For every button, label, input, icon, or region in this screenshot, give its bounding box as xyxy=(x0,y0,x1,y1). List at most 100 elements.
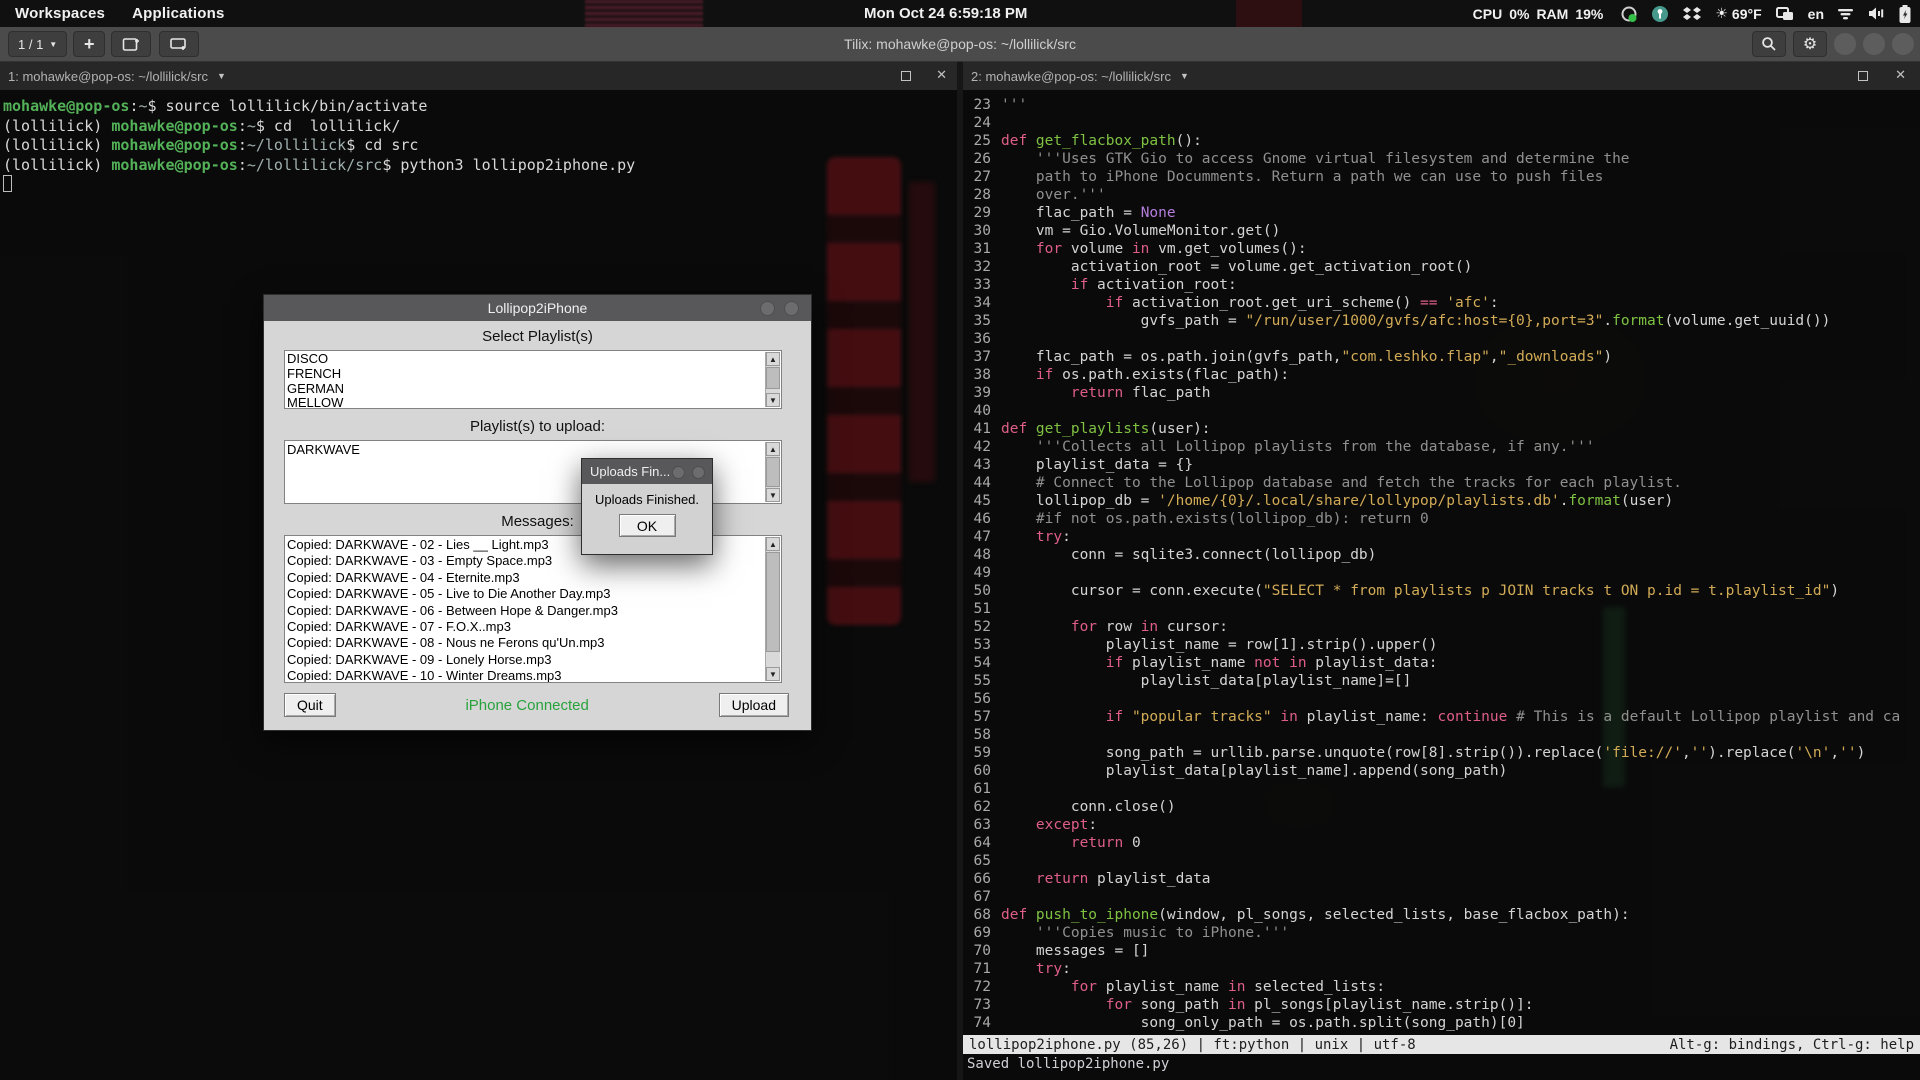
system-indicators[interactable]: CPU 0% RAM 19% ☀ 69°F en xyxy=(1473,0,1912,27)
message-item[interactable]: Copied: DARKWAVE - 05 - Live to Die Anot… xyxy=(287,586,764,602)
scroll-up-icon[interactable]: ▲ xyxy=(766,537,780,551)
message-item[interactable]: Copied: DARKWAVE - 09 - Lonely Horse.mp3 xyxy=(287,652,764,668)
ram-label: RAM xyxy=(1536,6,1568,22)
code-line: 60 playlist_data[playlist_name].append(s… xyxy=(963,762,1920,780)
session-selector[interactable]: 1 / 1 ▼ xyxy=(8,31,67,57)
editor-statusbar: lollipop2iphone.py (85,26) | ft:python |… xyxy=(963,1035,1920,1054)
code-line: 24 xyxy=(963,114,1920,132)
chevron-down-icon[interactable]: ▼ xyxy=(217,71,226,81)
terminal-pane-header[interactable]: 1: mohawke@pop-os: ~/lollilick/src ▼ ✕ xyxy=(0,62,957,90)
weather-indicator[interactable]: ☀ 69°F xyxy=(1715,6,1761,22)
system-monitor-icon[interactable] xyxy=(1620,5,1638,23)
line-number: 37 xyxy=(963,348,991,366)
code-line: 37 flac_path = os.path.join(gvfs_path,"c… xyxy=(963,348,1920,366)
dialog-minimize-button[interactable] xyxy=(760,301,775,316)
upload-button[interactable]: Upload xyxy=(719,693,789,717)
search-button[interactable] xyxy=(1752,31,1786,57)
terminal-output[interactable]: mohawke@pop-os:~$ source lollilick/bin/a… xyxy=(0,90,957,175)
message-item[interactable]: Copied: DARKWAVE - 10 - Winter Dreams.mp… xyxy=(287,668,764,683)
ok-button[interactable]: OK xyxy=(619,514,676,537)
pane-close-icon[interactable]: ✕ xyxy=(936,67,947,83)
keyboard-layout-indicator[interactable]: en xyxy=(1808,6,1824,22)
code-line: 32 activation_root = volume.get_activati… xyxy=(963,258,1920,276)
line-number: 46 xyxy=(963,510,991,528)
popup-minimize-button[interactable] xyxy=(672,466,685,479)
code-line: 40 xyxy=(963,402,1920,420)
close-button[interactable] xyxy=(1892,33,1914,55)
code-line: 25def get_flacbox_path(): xyxy=(963,132,1920,150)
message-item[interactable]: Copied: DARKWAVE - 03 - Empty Space.mp3 xyxy=(287,553,764,569)
new-session-button[interactable]: + xyxy=(73,31,105,57)
battery-icon[interactable] xyxy=(1898,4,1912,24)
message-item[interactable]: Copied: DARKWAVE - 08 - Nous ne Ferons q… xyxy=(287,635,764,651)
playlist-item[interactable]: MELLOW xyxy=(287,396,764,409)
applications-menu[interactable]: Applications xyxy=(132,5,224,22)
message-item[interactable]: Copied: DARKWAVE - 07 - F.O.X..mp3 xyxy=(287,619,764,635)
scroll-down-icon[interactable]: ▼ xyxy=(766,393,780,407)
message-item[interactable]: Copied: DARKWAVE - 04 - Eternite.mp3 xyxy=(287,570,764,586)
playlist-item[interactable]: GERMAN xyxy=(287,382,764,397)
split-right-button[interactable] xyxy=(111,31,151,57)
playlists-items[interactable]: DISCOFRENCHGERMANMELLOW xyxy=(287,352,764,407)
code-line: 73 for song_path in pl_songs[playlist_na… xyxy=(963,996,1920,1014)
line-number: 67 xyxy=(963,888,991,906)
editor-pane[interactable]: 2: mohawke@pop-os: ~/lollilick/src ▼ ✕ 2… xyxy=(963,62,1920,1080)
chevron-down-icon[interactable]: ▼ xyxy=(1180,71,1189,81)
dialog-close-button[interactable] xyxy=(784,301,799,316)
clock[interactable]: Mon Oct 24 6:59:18 PM xyxy=(864,0,1027,27)
minimize-button[interactable] xyxy=(1834,33,1856,55)
editor-pane-header[interactable]: 2: mohawke@pop-os: ~/lollilick/src ▼ ✕ xyxy=(963,62,1920,90)
pane-close-icon[interactable]: ✕ xyxy=(1895,67,1906,83)
gear-icon[interactable]: ⚙ xyxy=(1793,31,1827,57)
code-editor[interactable]: 23'''2425def get_flacbox_path():26 '''Us… xyxy=(963,90,1920,1035)
playlist-item[interactable]: DISCO xyxy=(287,352,764,367)
upload-playlists-label: Playlist(s) to upload: xyxy=(264,418,811,435)
playlist-item[interactable]: FRENCH xyxy=(287,367,764,382)
maximize-button[interactable] xyxy=(1863,33,1885,55)
scrollbar[interactable]: ▲ ▼ xyxy=(765,537,780,681)
code-line: 59 song_path = urllib.parse.unquote(row[… xyxy=(963,744,1920,762)
scrollbar[interactable]: ▲ ▼ xyxy=(765,352,780,407)
gnome-top-bar: Workspaces Applications Mon Oct 24 6:59:… xyxy=(0,0,1920,27)
scroll-down-icon[interactable]: ▼ xyxy=(766,488,780,502)
workspaces-overview-icon[interactable] xyxy=(1775,6,1795,22)
dialog-title: Lollipop2iPhone xyxy=(264,300,811,316)
split-down-button[interactable] xyxy=(159,31,199,57)
messages-items[interactable]: Copied: DARKWAVE - 02 - Lies __ Light.mp… xyxy=(287,537,764,681)
line-number: 33 xyxy=(963,276,991,294)
code-line: 46 #if not os.path.exists(lollipop_db): … xyxy=(963,510,1920,528)
playlists-listbox[interactable]: DISCOFRENCHGERMANMELLOW ▲ ▼ xyxy=(284,350,782,409)
line-number: 73 xyxy=(963,996,991,1014)
scroll-up-icon[interactable]: ▲ xyxy=(766,352,780,366)
message-item[interactable]: Copied: DARKWAVE - 06 - Between Hope & D… xyxy=(287,603,764,619)
pane-maximize-icon[interactable] xyxy=(901,71,911,81)
quit-button[interactable]: Quit xyxy=(284,693,336,717)
scroll-up-icon[interactable]: ▲ xyxy=(766,442,780,456)
pane-maximize-icon[interactable] xyxy=(1858,71,1868,81)
scrollbar-thumb[interactable] xyxy=(766,457,780,487)
line-number: 56 xyxy=(963,690,991,708)
volume-icon[interactable] xyxy=(1867,6,1885,21)
scroll-down-icon[interactable]: ▼ xyxy=(766,667,780,681)
code-line: 71 try: xyxy=(963,960,1920,978)
dropbox-icon[interactable] xyxy=(1682,6,1702,22)
scrollbar[interactable]: ▲ ▼ xyxy=(765,442,780,502)
popup-titlebar[interactable]: Uploads Fin... xyxy=(582,459,712,484)
statusbar-help-hint: Alt-g: bindings, Ctrl-g: help xyxy=(1670,1037,1914,1053)
password-manager-icon[interactable] xyxy=(1651,5,1669,23)
code-line: 30 vm = Gio.VolumeMonitor.get() xyxy=(963,222,1920,240)
scrollbar-thumb[interactable] xyxy=(766,367,780,389)
workspaces-menu[interactable]: Workspaces xyxy=(15,5,105,22)
line-number: 74 xyxy=(963,1014,991,1032)
upload-playlist-item[interactable]: DARKWAVE xyxy=(287,442,764,457)
dialog-titlebar[interactable]: Lollipop2iPhone xyxy=(264,295,811,321)
messages-listbox[interactable]: Copied: DARKWAVE - 02 - Lies __ Light.mp… xyxy=(284,535,782,683)
network-signal-icon[interactable] xyxy=(1837,7,1854,21)
line-number: 59 xyxy=(963,744,991,762)
scrollbar-thumb[interactable] xyxy=(766,552,780,652)
line-number: 71 xyxy=(963,960,991,978)
popup-close-button[interactable] xyxy=(692,466,705,479)
iphone-connection-status: iPhone Connected xyxy=(336,697,719,714)
line-number: 40 xyxy=(963,402,991,420)
line-number: 65 xyxy=(963,852,991,870)
